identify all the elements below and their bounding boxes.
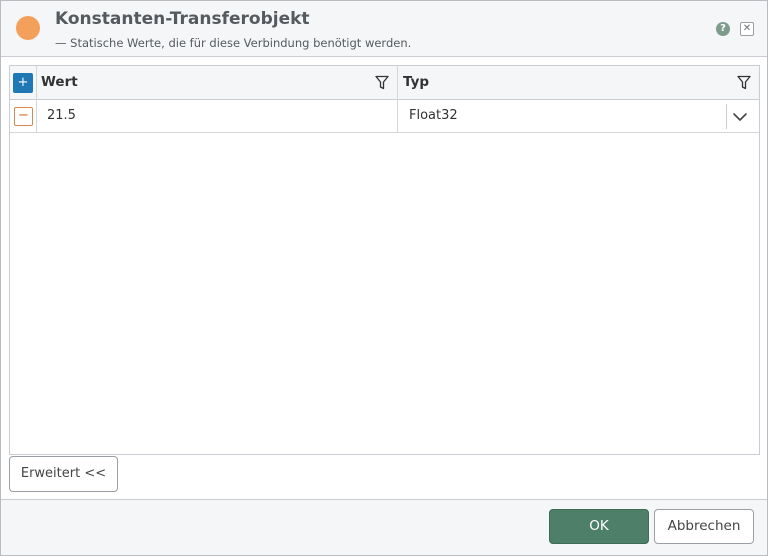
chevron-down-icon[interactable] xyxy=(732,109,748,125)
column-header-wert[interactable]: Wert xyxy=(41,74,78,90)
dialog-title: Konstanten-Transferobjekt xyxy=(55,9,310,29)
type-cell[interactable]: Float32 xyxy=(409,108,458,123)
dropdown-separator xyxy=(726,104,727,129)
add-row-button[interactable]: + xyxy=(13,73,33,93)
ok-button[interactable]: OK xyxy=(549,509,649,544)
close-icon[interactable]: ✕ xyxy=(740,22,754,36)
cancel-button[interactable]: Abbrechen xyxy=(654,509,754,544)
column-separator xyxy=(36,100,37,133)
constant-transfer-dialog: Konstanten-Transferobjekt — Statische We… xyxy=(0,0,768,556)
column-separator xyxy=(36,66,37,100)
value-cell[interactable]: 21.5 xyxy=(47,108,76,123)
column-header-typ[interactable]: Typ xyxy=(403,74,429,90)
dialog-footer: OK Abbrechen xyxy=(1,499,767,555)
remove-row-button[interactable]: − xyxy=(14,107,33,126)
table-row: − 21.5 Float32 xyxy=(10,100,759,133)
dialog-subtitle: — Statische Werte, die für diese Verbind… xyxy=(55,36,412,50)
header-status-dot-icon xyxy=(16,16,40,40)
help-icon[interactable]: ? xyxy=(716,22,730,36)
column-separator xyxy=(397,100,398,133)
column-separator xyxy=(397,66,398,100)
wert-filter-icon[interactable] xyxy=(375,75,389,90)
typ-filter-icon[interactable] xyxy=(737,75,751,90)
constants-grid: + Wert Typ − 21.5 Float32 xyxy=(9,65,760,455)
advanced-toggle-button[interactable]: Erweitert << xyxy=(9,456,118,492)
dialog-header: Konstanten-Transferobjekt — Statische We… xyxy=(1,1,767,57)
grid-header: + Wert Typ xyxy=(10,66,759,100)
